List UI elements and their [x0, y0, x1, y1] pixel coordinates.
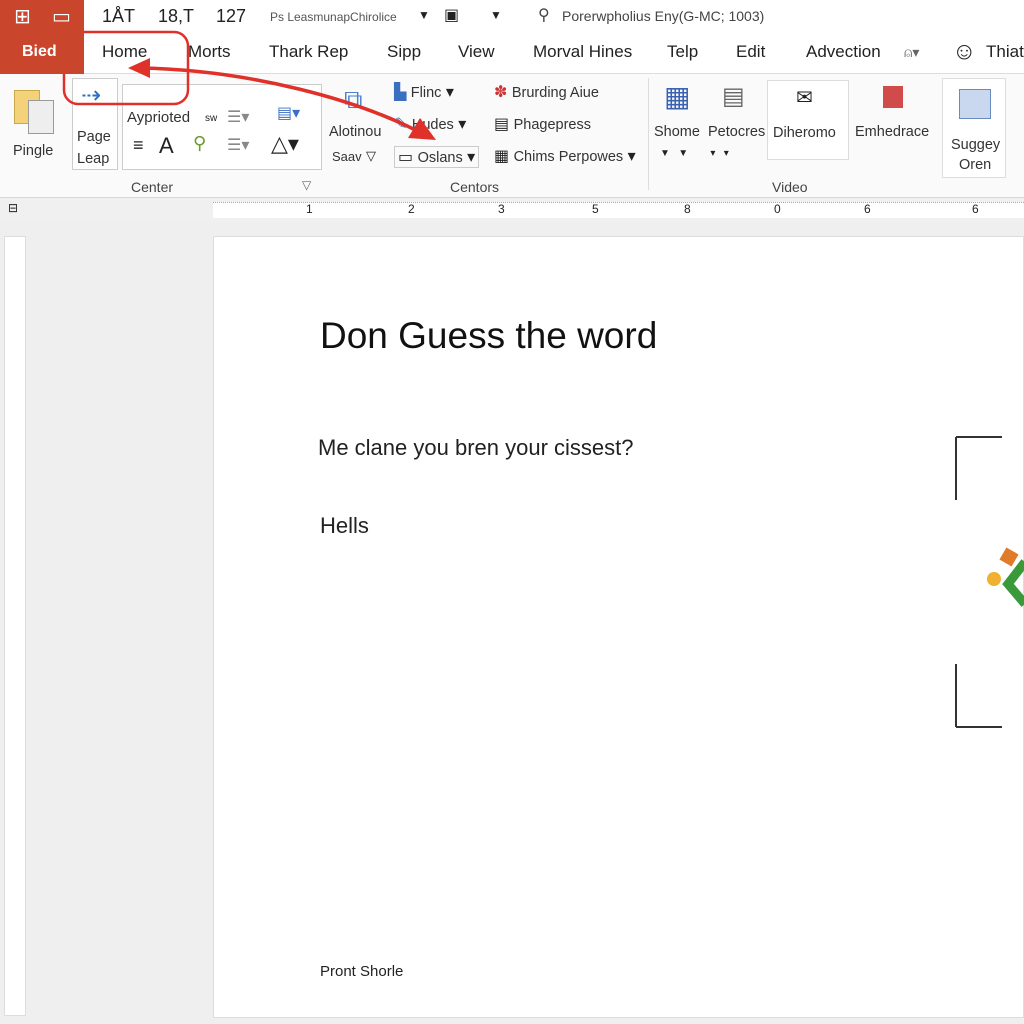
ruler-number: 2: [408, 202, 415, 216]
ruler-toggle-icon[interactable]: ⊟: [8, 201, 18, 215]
ruler-number: 5: [592, 202, 599, 216]
ruler-number: 0: [774, 202, 781, 216]
shape-graphic[interactable]: [944, 432, 1024, 732]
document-footer: Pront Shorle: [320, 963, 404, 980]
grid-icon[interactable]: ⊞: [14, 4, 31, 29]
document-answer: Hells: [320, 513, 369, 538]
arrowhead-left: [128, 58, 150, 78]
ruler-number: 8: [684, 202, 691, 216]
ruler-number: 1: [306, 202, 313, 216]
document-question: Me clane you bren your cissest?: [318, 435, 634, 460]
ruler-number: 6: [972, 202, 979, 216]
monitor-icon[interactable]: ▭: [52, 4, 71, 29]
yellow-dot: [987, 572, 1001, 586]
ruler-number: 3: [498, 202, 505, 216]
ruler-number: 6: [864, 202, 871, 216]
file-tab[interactable]: ⊞ ▭ Bied: [0, 0, 84, 74]
vertical-ruler[interactable]: [4, 236, 26, 1016]
app-button-label: Bied: [22, 43, 57, 60]
orange-shape: [999, 547, 1019, 567]
document-page[interactable]: Don Guess the word Me clane you bren you…: [213, 236, 1024, 1018]
horizontal-ruler[interactable]: ⊟ 1 2 3 5 8 0 6 6: [0, 198, 1024, 222]
document-title: Don Guess the word: [320, 315, 658, 356]
annotation-overlay: [62, 30, 436, 140]
green-diamond: [1002, 559, 1024, 607]
